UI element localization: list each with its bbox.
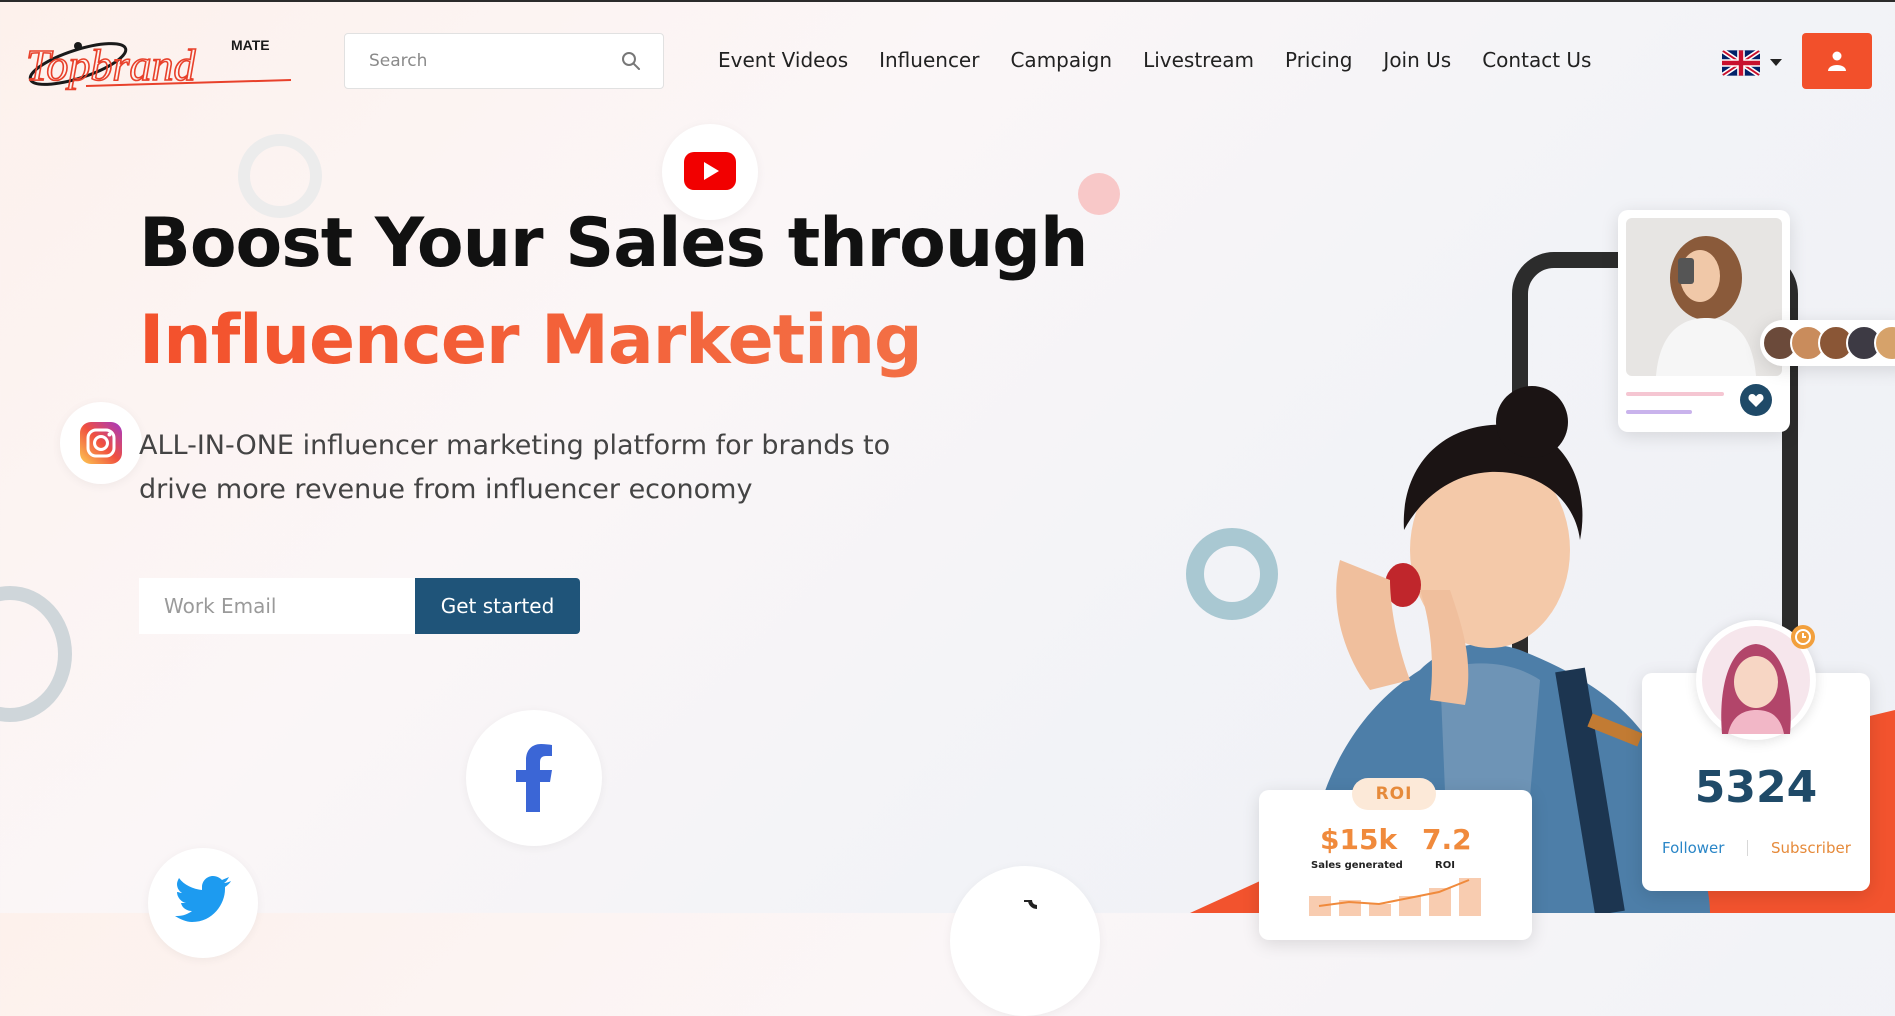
- follower-avatars: [1760, 320, 1895, 366]
- follower-count: 5324: [1694, 762, 1818, 813]
- search-bar: [344, 33, 664, 89]
- follower-label[interactable]: Follower: [1662, 839, 1724, 857]
- hero-title: Boost Your Sales through: [139, 204, 1088, 283]
- nav-influencer[interactable]: Influencer: [879, 48, 979, 72]
- hero-title-highlight: Influencer Marketing: [139, 301, 923, 380]
- hero-description: ALL-IN-ONE influencer marketing platform…: [139, 430, 891, 505]
- roi-value: 7.2: [1422, 823, 1472, 856]
- nav-event-videos[interactable]: Event Videos: [718, 48, 848, 72]
- nav-pricing[interactable]: Pricing: [1285, 48, 1352, 72]
- account-button[interactable]: [1802, 33, 1872, 89]
- top-border: [0, 0, 1895, 2]
- roi-badge: ROI: [1352, 778, 1436, 810]
- uk-flag-icon: [1722, 50, 1760, 76]
- decor-ring: [0, 586, 72, 722]
- roi-label: ROI: [1435, 860, 1455, 871]
- facebook-icon: [516, 744, 552, 812]
- heart-icon: [1748, 394, 1764, 407]
- influencer-card[interactable]: [1618, 210, 1790, 432]
- sales-label: Sales generated: [1311, 860, 1403, 871]
- clock-badge-icon: [1791, 625, 1815, 649]
- search-input[interactable]: [345, 34, 629, 88]
- instagram-icon: [80, 422, 122, 464]
- chevron-down-icon: [1770, 59, 1782, 66]
- roi-bar-chart: [1309, 878, 1481, 916]
- like-button[interactable]: [1740, 384, 1772, 416]
- nav-campaign[interactable]: Campaign: [1010, 48, 1112, 72]
- nav-livestream[interactable]: Livestream: [1143, 48, 1254, 72]
- main-nav: Event Videos Influencer Campaign Livestr…: [718, 48, 1622, 72]
- nav-contact-us[interactable]: Contact Us: [1482, 48, 1591, 72]
- work-email-input[interactable]: [139, 578, 415, 634]
- tiktok-icon: [1024, 900, 1038, 909]
- logo-mark: MATE Topbrand: [25, 37, 292, 91]
- youtube-icon: [684, 152, 736, 190]
- logo-super: MATE: [231, 37, 270, 53]
- facebook-bubble[interactable]: [466, 710, 602, 846]
- topbrand-logo[interactable]: MATE Topbrand: [25, 34, 296, 92]
- divider: [1747, 840, 1748, 856]
- twitter-icon: [175, 876, 231, 922]
- influencer-avatar: [1696, 620, 1816, 740]
- avatar-group: [1762, 325, 1895, 361]
- user-icon: [1828, 51, 1846, 71]
- influencer-photo: [1626, 218, 1782, 376]
- sales-value: $15k: [1320, 823, 1398, 856]
- progress-line: [1626, 392, 1724, 396]
- search-icon[interactable]: [621, 51, 641, 71]
- nav-join-us[interactable]: Join Us: [1383, 48, 1451, 72]
- get-started-button[interactable]: Get started: [415, 578, 580, 634]
- progress-line: [1626, 410, 1692, 414]
- twitter-bubble[interactable]: [148, 848, 258, 958]
- language-selector[interactable]: [1722, 50, 1784, 76]
- tiktok-bubble[interactable]: [950, 866, 1100, 1016]
- instagram-bubble[interactable]: [60, 402, 142, 484]
- subscriber-label[interactable]: Subscriber: [1771, 839, 1851, 857]
